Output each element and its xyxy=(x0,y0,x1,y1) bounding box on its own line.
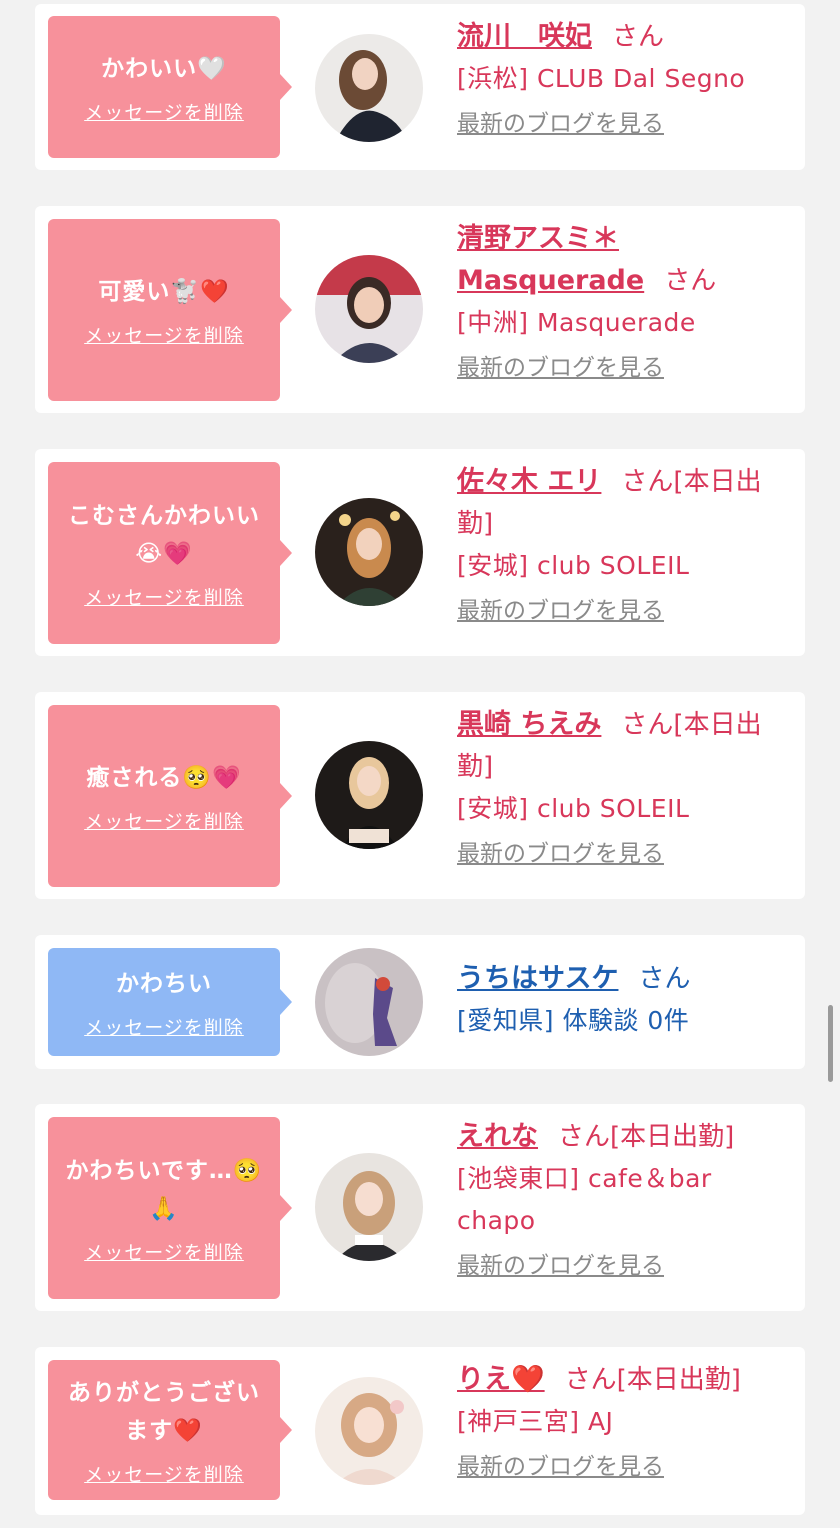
shop-text: [安城] club SOLEIL xyxy=(457,794,690,823)
message-text: かわちいです…🥺🙏 xyxy=(65,1157,263,1222)
shop-text: [中洲] Masquerade xyxy=(457,308,696,337)
delete-message-link[interactable]: メッセージを削除 xyxy=(84,98,244,125)
message-bubble: こむさんかわいい😭💗 メッセージを削除 xyxy=(48,462,292,644)
shop-text: [神戸三宮] AJ xyxy=(457,1407,614,1436)
latest-blog-link[interactable]: 最新のブログを見る xyxy=(457,1447,664,1487)
cast-info: 流川 咲妃 さん [浜松] CLUB Dal Segno 最新のブログを見る xyxy=(457,16,792,144)
message-text: 可愛い🐩❤️ xyxy=(98,278,230,305)
message-card: ありがとうございます❤️ メッセージを削除 りえ❤️ さん[本日出勤] [神戸三宮… xyxy=(35,1347,805,1515)
delete-message-link[interactable]: メッセージを削除 xyxy=(84,321,244,348)
region-reviews-text: [愛知県] 体験談 0件 xyxy=(457,1006,690,1035)
delete-message-link[interactable]: メッセージを削除 xyxy=(84,583,244,610)
scrollbar[interactable] xyxy=(828,1005,833,1082)
message-card: 癒される🥺💗 メッセージを削除 黒崎 ちえみ さん[本日出勤] [安城] club… xyxy=(35,692,805,899)
user-name-link[interactable]: うちはサスケ xyxy=(457,963,618,994)
shop-text: [安城] club SOLEIL xyxy=(457,551,690,580)
attendance-status: [本日出勤] xyxy=(610,1122,735,1152)
shop-text: [池袋東口] cafe＆bar chapo xyxy=(457,1164,712,1235)
san-suffix: さん xyxy=(638,964,691,994)
message-text: 癒される🥺💗 xyxy=(86,764,242,791)
message-bubble: かわちい メッセージを削除 xyxy=(48,948,292,1056)
latest-blog-link[interactable]: 最新のブログを見る xyxy=(457,834,664,874)
message-card: かわちい メッセージを削除 うちはサスケ さん [愛知県] 体験談 0件 xyxy=(35,935,805,1069)
san-suffix: さん xyxy=(621,710,674,740)
message-text: ありがとうございます❤️ xyxy=(68,1379,260,1444)
cast-info: うちはサスケ さん [愛知県] 体験談 0件 xyxy=(457,958,792,1042)
message-card: かわいい🤍 メッセージを削除 流川 咲妃 さん [浜松] CLUB Dal Seg… xyxy=(35,4,805,170)
cast-name-link[interactable]: 流川 咲妃 xyxy=(457,21,592,52)
message-bubble: かわいい🤍 メッセージを削除 xyxy=(48,16,292,158)
shop-text: [浜松] CLUB Dal Segno xyxy=(457,64,746,93)
avatar[interactable] xyxy=(315,948,423,1056)
message-card: こむさんかわいい😭💗 メッセージを削除 佐々木 エリ さん[本日出勤] [安城] … xyxy=(35,449,805,656)
attendance-status: [本日出勤] xyxy=(616,1365,741,1395)
message-bubble: 可愛い🐩❤️ メッセージを削除 xyxy=(48,219,292,401)
latest-blog-link[interactable]: 最新のブログを見る xyxy=(457,348,664,388)
cast-name-link[interactable]: えれな xyxy=(457,1121,538,1152)
latest-blog-link[interactable]: 最新のブログを見る xyxy=(457,591,664,631)
cast-info: えれな さん[本日出勤] [池袋東口] cafe＆bar chapo 最新のブログ… xyxy=(457,1116,792,1286)
message-bubble: 癒される🥺💗 メッセージを削除 xyxy=(48,705,292,887)
message-card: かわちいです…🥺🙏 メッセージを削除 えれな さん[本日出勤] [池袋東口] ca… xyxy=(35,1104,805,1311)
delete-message-link[interactable]: メッセージを削除 xyxy=(84,807,244,834)
cast-info: 佐々木 エリ さん[本日出勤] [安城] club SOLEIL 最新のブログを見… xyxy=(457,461,792,631)
san-suffix: さん xyxy=(558,1122,611,1152)
cast-name-link[interactable]: 清野アスミ＊Masquerade xyxy=(457,223,644,296)
delete-message-link[interactable]: メッセージを削除 xyxy=(84,1238,244,1265)
latest-blog-link[interactable]: 最新のブログを見る xyxy=(457,104,664,144)
avatar[interactable] xyxy=(315,741,423,849)
san-suffix: さん xyxy=(621,467,674,497)
san-suffix: さん xyxy=(664,266,717,296)
avatar[interactable] xyxy=(315,34,423,142)
cast-name-link[interactable]: りえ❤️ xyxy=(457,1364,545,1395)
san-suffix: さん xyxy=(612,22,665,52)
message-text: かわちい xyxy=(116,970,212,997)
latest-blog-link[interactable]: 最新のブログを見る xyxy=(457,1246,664,1286)
cast-name-link[interactable]: 佐々木 エリ xyxy=(457,466,601,497)
avatar[interactable] xyxy=(315,498,423,606)
message-card: 可愛い🐩❤️ メッセージを削除 清野アスミ＊Masquerade さん [中洲] … xyxy=(35,206,805,413)
delete-message-link[interactable]: メッセージを削除 xyxy=(84,1460,244,1487)
message-bubble: かわちいです…🥺🙏 メッセージを削除 xyxy=(48,1117,292,1299)
cast-info: 清野アスミ＊Masquerade さん [中洲] Masquerade 最新のブロ… xyxy=(457,218,792,388)
cast-info: りえ❤️ さん[本日出勤] [神戸三宮] AJ 最新のブログを見る xyxy=(457,1359,792,1487)
cast-info: 黒崎 ちえみ さん[本日出勤] [安城] club SOLEIL 最新のブログを見… xyxy=(457,704,792,874)
message-text: こむさんかわいい😭💗 xyxy=(68,502,260,567)
avatar[interactable] xyxy=(315,1153,423,1261)
message-bubble: ありがとうございます❤️ メッセージを削除 xyxy=(48,1360,292,1500)
san-suffix: さん xyxy=(564,1365,617,1395)
avatar[interactable] xyxy=(315,255,423,363)
cast-name-link[interactable]: 黒崎 ちえみ xyxy=(457,709,601,740)
avatar[interactable] xyxy=(315,1377,423,1485)
delete-message-link[interactable]: メッセージを削除 xyxy=(84,1013,244,1040)
message-text: かわいい🤍 xyxy=(101,55,227,82)
